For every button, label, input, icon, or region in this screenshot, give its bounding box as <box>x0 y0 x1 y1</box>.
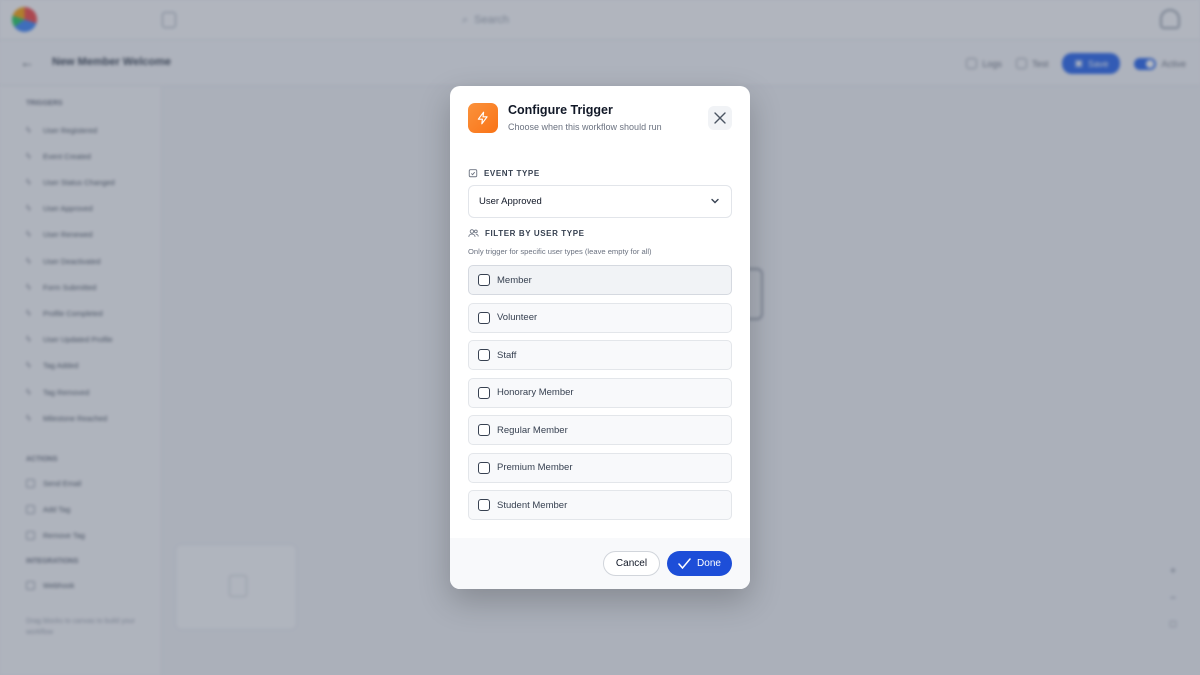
user-type-label: Premium Member <box>497 462 573 473</box>
user-type-label: Honorary Member <box>497 387 574 398</box>
user-type-option[interactable]: Premium Member <box>468 452 732 483</box>
checkbox[interactable] <box>478 311 490 324</box>
user-type-option[interactable]: Regular Member <box>468 415 732 445</box>
done-label: Done <box>697 558 721 569</box>
checkbox[interactable] <box>478 349 490 361</box>
filter-label-text: FILTER BY USER TYPE <box>485 228 585 238</box>
event-type-value: User Approved <box>479 196 542 207</box>
dialog-subtitle: Choose when this workflow should run <box>508 122 662 132</box>
configure-trigger-dialog: Configure Trigger Choose when this workf… <box>450 86 750 589</box>
user-type-option[interactable]: Member <box>468 265 732 295</box>
lightning-bolt-icon <box>468 103 498 133</box>
calendar-check-icon <box>468 169 478 178</box>
checkmark-icon <box>678 558 691 569</box>
checkbox[interactable] <box>478 461 490 474</box>
user-type-option[interactable]: Honorary Member <box>468 377 732 408</box>
user-type-label: Student Member <box>497 499 568 511</box>
checkbox[interactable] <box>478 424 490 436</box>
close-button[interactable] <box>708 106 732 130</box>
user-type-label: Regular Member <box>497 424 568 436</box>
checkbox[interactable] <box>478 274 490 286</box>
users-icon <box>468 229 479 237</box>
event-type-label: EVENT TYPE <box>468 168 540 178</box>
user-type-option[interactable]: Staff <box>468 340 732 370</box>
done-button[interactable]: Done <box>667 551 732 576</box>
dialog-title: Configure Trigger <box>508 103 613 117</box>
user-type-label: Volunteer <box>497 312 538 323</box>
checkbox[interactable] <box>478 499 490 511</box>
dialog-header: Configure Trigger Choose when this workf… <box>450 86 750 146</box>
chevron-down-icon <box>711 198 719 204</box>
event-type-select[interactable]: User Approved <box>468 185 732 218</box>
filter-hint: Only trigger for specific user types (le… <box>468 247 652 256</box>
user-type-label: Staff <box>497 349 517 361</box>
cancel-button[interactable]: Cancel <box>603 551 660 576</box>
user-type-option[interactable]: Volunteer <box>468 302 732 333</box>
close-icon <box>714 112 726 124</box>
user-type-option[interactable]: Student Member <box>468 490 732 520</box>
dialog-footer: Cancel Done <box>450 538 750 589</box>
checkbox[interactable] <box>478 386 490 399</box>
user-type-label: Member <box>497 274 532 286</box>
filter-user-type-label: FILTER BY USER TYPE <box>468 228 585 238</box>
event-type-label-text: EVENT TYPE <box>484 168 540 178</box>
